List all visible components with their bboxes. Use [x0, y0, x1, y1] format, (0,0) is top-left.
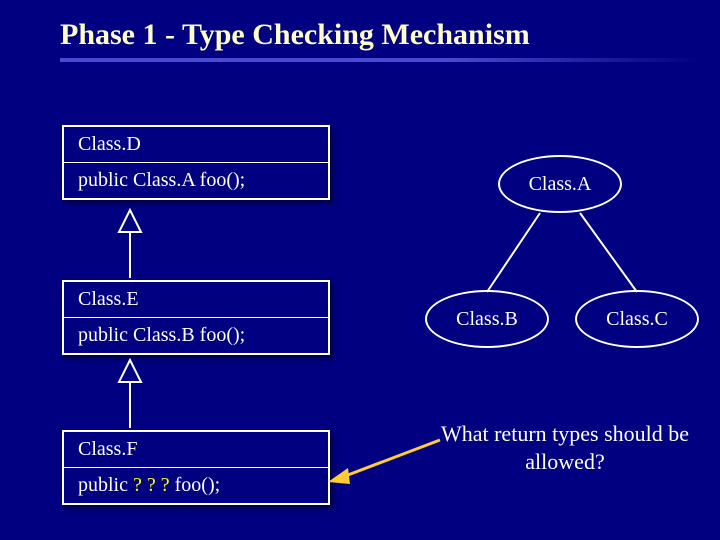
- method-question-marks: ? ? ?: [133, 474, 175, 496]
- question-text: What return types should be allowed?: [425, 420, 705, 475]
- callout-arrow: [328, 440, 440, 484]
- ellipse-c-label: Class.C: [606, 308, 668, 331]
- class-d-method: public Class.A foo();: [64, 163, 328, 198]
- title-underline: [60, 58, 700, 62]
- ellipse-class-a: Class.A: [498, 155, 622, 213]
- class-e-name: Class.E: [64, 282, 328, 318]
- ellipse-b-label: Class.B: [456, 308, 518, 331]
- inheritance-arrow-e-to-d: [119, 210, 141, 278]
- slide-title-area: Phase 1 - Type Checking Mechanism: [0, 0, 720, 62]
- inheritance-arrow-f-to-e: [119, 360, 141, 428]
- class-f-name: Class.F: [64, 432, 328, 468]
- ellipse-class-c: Class.C: [575, 290, 699, 348]
- method-suffix: foo();: [175, 474, 221, 496]
- ellipse-class-b: Class.B: [425, 290, 549, 348]
- class-d-name: Class.D: [64, 127, 328, 163]
- method-prefix: public: [78, 474, 133, 496]
- ellipse-a-label: Class.A: [529, 173, 592, 196]
- class-box-d: Class.D public Class.A foo();: [62, 125, 330, 200]
- slide-title: Phase 1 - Type Checking Mechanism: [60, 18, 720, 52]
- class-e-method: public Class.B foo();: [64, 318, 328, 353]
- tree-connectors: [487, 213, 637, 292]
- class-f-method: public ? ? ? foo();: [64, 468, 328, 503]
- class-box-e: Class.E public Class.B foo();: [62, 280, 330, 355]
- class-box-f: Class.F public ? ? ? foo();: [62, 430, 330, 505]
